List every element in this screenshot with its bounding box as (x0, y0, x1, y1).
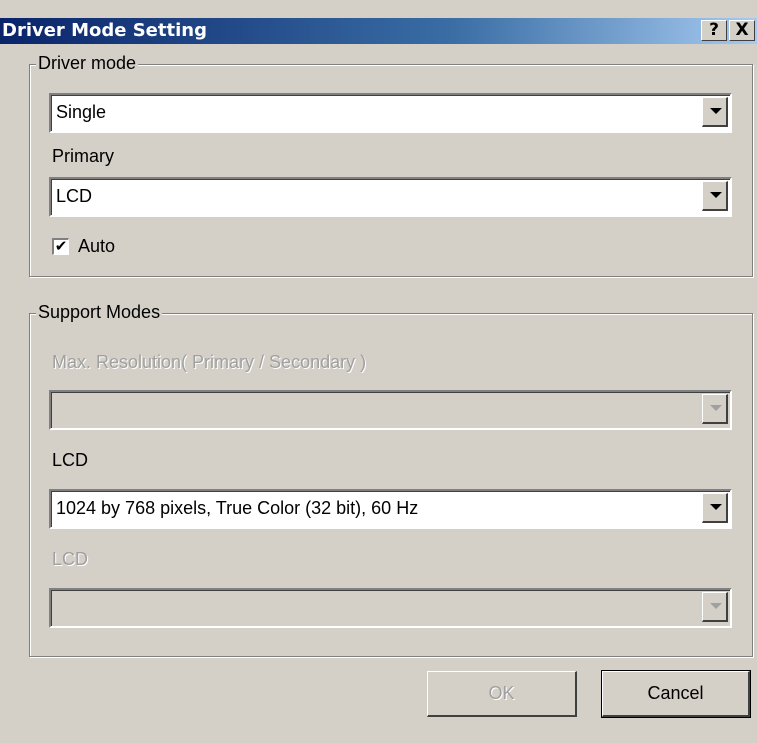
lcd-mode-select[interactable]: 1024 by 768 pixels, True Color (32 bit),… (49, 489, 732, 529)
max-resolution-dropdown-button (702, 394, 728, 424)
lcd-mode-select-value: 1024 by 768 pixels, True Color (32 bit),… (56, 498, 419, 518)
lcd-mode-label: LCD (52, 450, 89, 470)
chevron-down-icon (710, 603, 722, 609)
primary-select-frame (51, 179, 730, 215)
auto-label: Auto (78, 236, 116, 256)
driver-mode-dropdown-button[interactable] (702, 97, 728, 127)
chevron-down-icon (710, 108, 722, 114)
checkmark-icon: ✔ (54, 238, 68, 255)
auto-checkbox[interactable]: ✔ (52, 238, 69, 255)
secondary-lcd-select (49, 588, 732, 628)
window-title: Driver Mode Setting (2, 20, 207, 41)
driver-mode-dialog: Driver Mode Setting ? X Driver mode Sing… (0, 0, 757, 743)
help-button[interactable]: ? (701, 20, 727, 41)
primary-label: Primary (52, 146, 114, 166)
secondary-lcd-label: LCD (52, 549, 89, 569)
primary-dropdown-button[interactable] (702, 181, 728, 211)
ok-button: OK (427, 671, 577, 717)
primary-select[interactable]: LCD (49, 177, 732, 217)
driver-mode-select-value: Single (56, 102, 107, 122)
secondary-lcd-dropdown-button (702, 592, 728, 622)
close-button[interactable]: X (729, 20, 755, 41)
chevron-down-icon (710, 192, 722, 198)
max-resolution-select (49, 390, 732, 430)
lcd-mode-dropdown-button[interactable] (702, 493, 728, 523)
chevron-down-icon (710, 504, 722, 510)
support-modes-group-label: Support Modes (36, 302, 163, 323)
chevron-down-icon (710, 405, 722, 411)
primary-select-value: LCD (56, 186, 93, 206)
driver-mode-group-label: Driver mode (36, 53, 139, 74)
max-resolution-select-frame (51, 392, 730, 428)
driver-mode-select-frame (51, 95, 730, 131)
title-bar[interactable]: Driver Mode Setting ? X (0, 18, 757, 44)
secondary-lcd-select-frame (51, 590, 730, 626)
driver-mode-select[interactable]: Single (49, 93, 732, 133)
cancel-button[interactable]: Cancel (601, 670, 751, 718)
max-resolution-label: Max. Resolution( Primary / Secondary ) (52, 352, 367, 372)
